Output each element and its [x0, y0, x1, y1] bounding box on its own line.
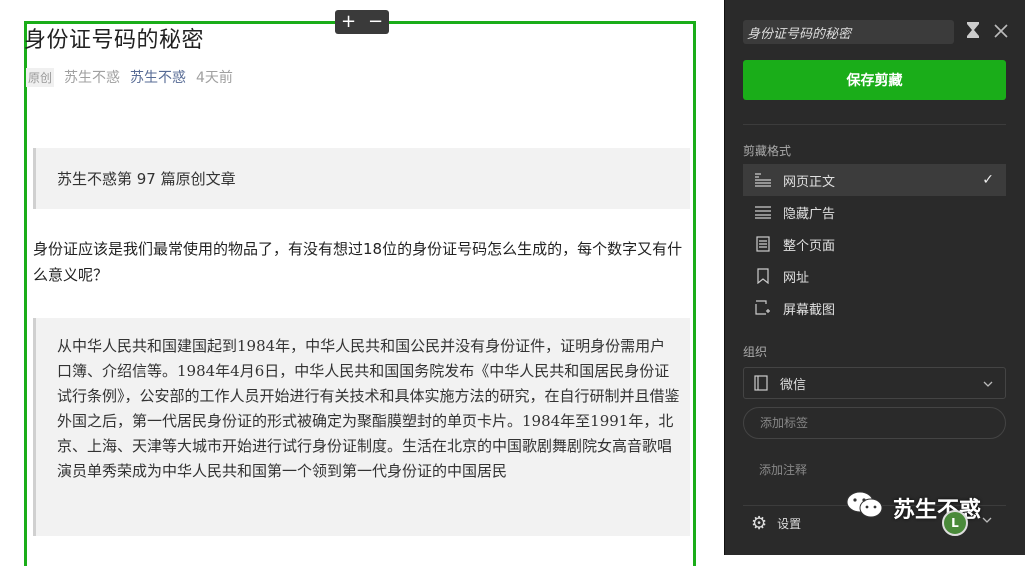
history-quote: 从中华人民共和国建国起到1984年，中华人民共和国公民并没有身份证件，证明身份需…: [33, 318, 690, 536]
intro-quote: 苏生不惑第 97 篇原创文章: [33, 148, 690, 209]
avatar[interactable]: L: [942, 510, 968, 536]
clip-title-input[interactable]: [743, 20, 954, 44]
original-badge: 原创: [26, 67, 55, 87]
format-item-label: 网址: [783, 270, 810, 286]
divider: [743, 124, 1006, 125]
chevron-down-icon: [983, 377, 993, 390]
format-list: 网页正文 ✓ 隐藏广告 整个页面 网址 屏幕截图: [743, 164, 1006, 324]
chevron-down-icon[interactable]: [982, 515, 992, 526]
notebook-icon: [754, 375, 768, 391]
format-item-article[interactable]: 网页正文 ✓: [743, 164, 1006, 196]
hourglass-icon[interactable]: [964, 22, 982, 42]
format-item-hide-ads[interactable]: 隐藏广告: [743, 196, 1006, 228]
watermark-text: 苏生不惑: [893, 498, 982, 523]
lines-icon: [753, 204, 773, 220]
settings-label: 设置: [777, 517, 802, 531]
account-link[interactable]: 苏生不惑: [130, 67, 186, 87]
save-clip-button[interactable]: 保存剪藏: [743, 60, 1006, 100]
tag-input[interactable]: [743, 407, 1006, 439]
org-section-label: 组织: [743, 345, 768, 359]
format-item-label: 隐藏广告: [783, 206, 836, 222]
page-icon: [753, 236, 773, 252]
zoom-in-button[interactable]: +: [339, 13, 359, 31]
zoom-controls: + −: [335, 10, 389, 34]
format-item-label: 屏幕截图: [783, 302, 836, 318]
panel-header: [743, 20, 1010, 44]
article-paragraph: 身份证应该是我们最常使用的物品了，有没有想过18位的身份证号码怎么生成的，每个数…: [33, 240, 683, 284]
format-item-label: 网页正文: [783, 174, 836, 190]
clipper-panel: 保存剪藏 剪藏格式 网页正文 ✓ 隐藏广告 整个页面 网址: [724, 0, 1025, 555]
publish-time: 4天前: [196, 70, 233, 86]
format-item-full-page[interactable]: 整个页面: [743, 228, 1006, 260]
article-icon: [753, 172, 773, 188]
notebook-value: 微信: [780, 377, 807, 393]
article-title: 身份证号码的秘密: [24, 28, 205, 53]
author-name: 苏生不惑: [64, 70, 121, 86]
format-item-label: 整个页面: [783, 238, 836, 254]
notebook-select[interactable]: 微信: [743, 367, 1006, 399]
format-section-label: 剪藏格式: [743, 144, 792, 158]
check-icon: ✓: [982, 172, 994, 188]
add-note-link[interactable]: 添加注释: [759, 461, 807, 478]
format-item-url[interactable]: 网址: [743, 260, 1006, 292]
screenshot-icon: [753, 300, 773, 316]
close-icon[interactable]: [992, 23, 1010, 42]
zoom-out-button[interactable]: −: [366, 13, 386, 31]
settings-button[interactable]: ⚙ 设置: [751, 513, 801, 534]
article-meta: 原创 苏生不惑 苏生不惑 4天前: [26, 67, 233, 87]
format-item-screenshot[interactable]: 屏幕截图: [743, 292, 1006, 324]
bookmark-icon: [753, 268, 773, 284]
wechat-icon: [845, 490, 885, 526]
gear-icon: ⚙: [751, 513, 768, 534]
